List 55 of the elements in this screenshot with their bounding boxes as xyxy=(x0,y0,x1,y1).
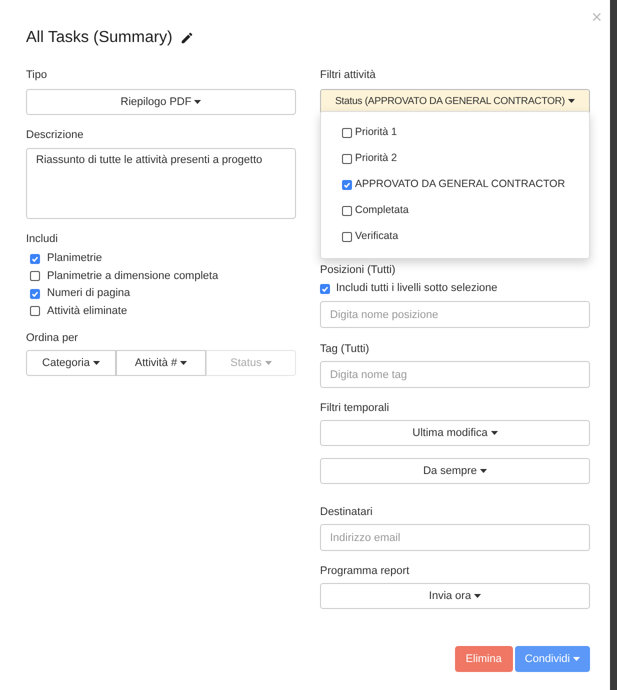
field-label: Ordina per xyxy=(26,332,79,345)
menu-item[interactable]: APPROVATO DA GENERAL CONTRACTOR xyxy=(355,178,566,191)
checkbox[interactable] xyxy=(30,288,40,299)
dropdown-button[interactable]: Ultima modifica xyxy=(320,420,590,446)
checkbox[interactable] xyxy=(320,284,330,294)
description-field[interactable]: Riassunto di tutte le attività presenti a progetto xyxy=(26,148,296,219)
input-field[interactable]: Digita nome tag xyxy=(320,361,590,388)
checkbox[interactable] xyxy=(30,271,40,282)
checkbox[interactable] xyxy=(30,306,40,316)
checkbox-label: Attività eliminate xyxy=(47,304,128,318)
dropdown-button[interactable]: Invia ora xyxy=(320,583,590,609)
checkbox-label: Numeri di pagina xyxy=(47,287,130,300)
checkbox-label: Planimetrie a dimensione completa xyxy=(47,270,218,283)
check-icon xyxy=(31,290,39,298)
caret-icon xyxy=(92,360,100,365)
menu-item[interactable]: Completata xyxy=(355,204,409,217)
input-field[interactable]: Indirizzo email xyxy=(320,524,590,551)
pencil-icon[interactable] xyxy=(180,31,194,45)
caret-icon xyxy=(194,100,202,104)
caret-icon xyxy=(264,360,272,365)
caret-icon xyxy=(568,99,575,104)
checkbox[interactable] xyxy=(342,206,352,216)
input-field[interactable]: Digita nome posizione xyxy=(320,301,590,328)
checkbox[interactable] xyxy=(342,128,352,138)
field-label: Destinatari xyxy=(320,506,374,519)
sort-button[interactable]: Attività # xyxy=(116,350,206,376)
field-label: Tipo xyxy=(26,69,48,82)
dialog-title: All Tasks (Summary) xyxy=(26,28,172,48)
field-label: Includi xyxy=(26,233,59,246)
field-label: Filtri temporali xyxy=(320,402,390,415)
caret-icon xyxy=(573,656,580,661)
caret-icon xyxy=(180,360,188,365)
sort-button[interactable]: Categoria xyxy=(26,350,116,376)
field-label: Programma report xyxy=(320,565,410,578)
check-icon xyxy=(343,180,351,188)
field-label: Descrizione xyxy=(26,129,84,142)
checkbox[interactable] xyxy=(342,180,352,190)
caret-icon xyxy=(480,468,487,473)
dropdown-button[interactable]: Riepilogo PDF xyxy=(26,89,296,115)
checkbox[interactable] xyxy=(342,232,352,242)
caret-icon xyxy=(474,594,482,598)
checkbox-label: Planimetrie xyxy=(47,252,102,266)
field-label: Filtri attività xyxy=(320,69,377,82)
checkbox-label: Includi tutti i livelli sotto selezione xyxy=(336,282,498,295)
menu-item[interactable]: Priorità 2 xyxy=(355,152,398,165)
checkbox[interactable] xyxy=(30,254,40,264)
menu-item[interactable]: Verificata xyxy=(355,230,398,243)
caret-icon xyxy=(490,430,498,435)
check-icon xyxy=(31,254,39,263)
checkbox[interactable] xyxy=(342,154,352,164)
field-label: Tag (Tutti) xyxy=(320,343,370,356)
field-label: Posizioni (Tutti) xyxy=(320,264,396,277)
check-icon xyxy=(321,284,329,292)
dropdown-button[interactable]: Da sempre xyxy=(320,458,590,484)
menu-item[interactable]: Priorità 1 xyxy=(355,126,398,139)
